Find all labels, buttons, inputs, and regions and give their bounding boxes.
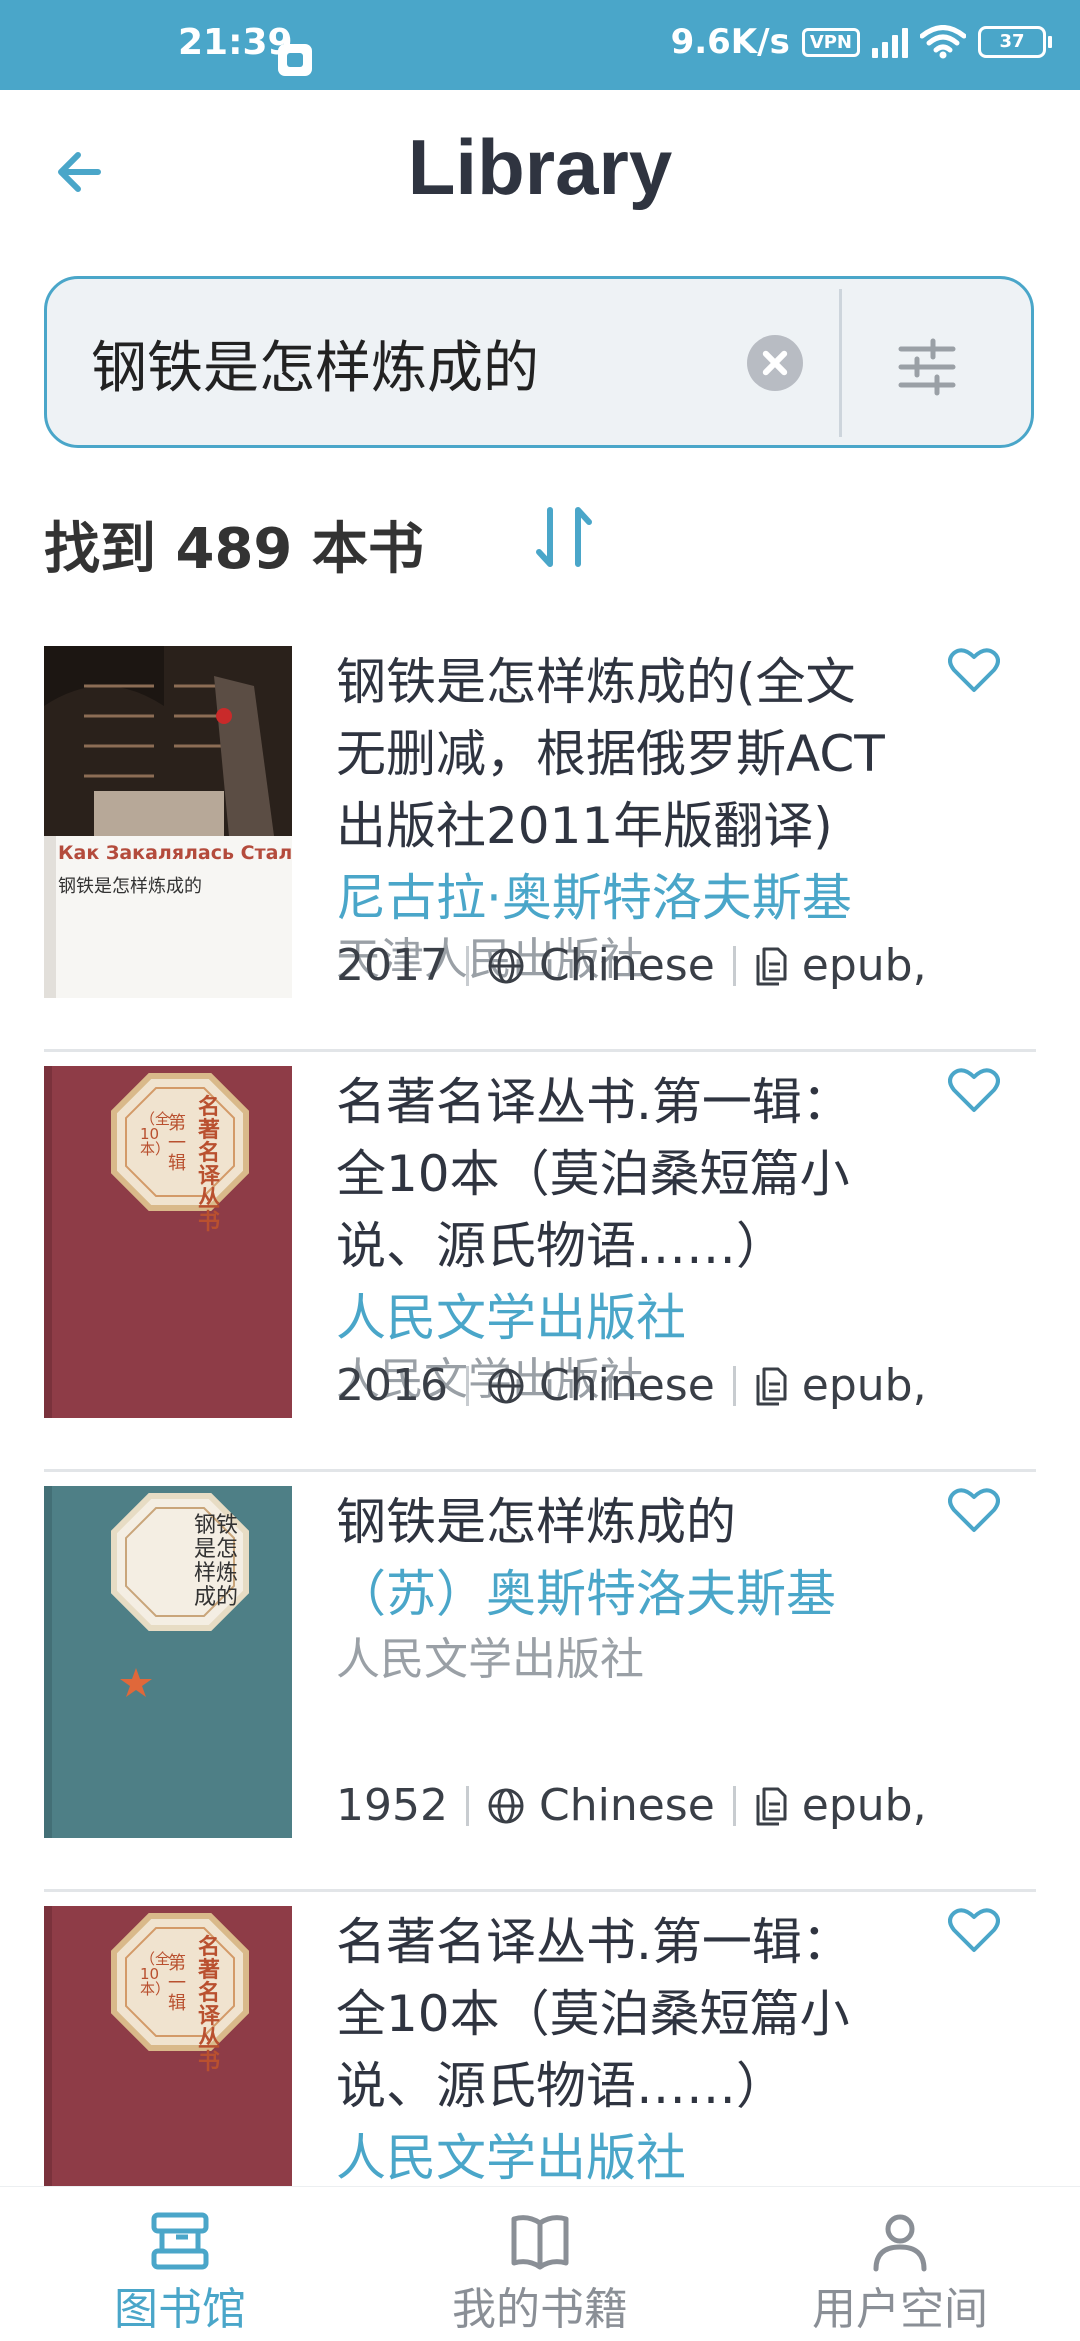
globe-icon xyxy=(488,948,524,984)
book-item[interactable]: Как Закалялась Сталь 钢铁是怎样炼成的 钢铁是怎样炼成的(全… xyxy=(44,632,1036,1052)
book-cover[interactable]: Как Закалялась Сталь 钢铁是怎样炼成的 xyxy=(44,646,292,998)
wifi-icon xyxy=(920,25,966,59)
cover-title-text: 钢铁是怎样炼成的 xyxy=(194,1513,239,1610)
meta-divider xyxy=(465,1786,469,1826)
book-title: 钢铁是怎样炼成的(全文无删减，根据俄罗斯ACT出版社2011年版翻译) xyxy=(336,653,885,855)
filter-icon[interactable] xyxy=(895,335,959,399)
clear-icon[interactable] xyxy=(747,335,803,391)
book-year: 2017 xyxy=(336,940,448,991)
cover-series-text: 名著名译丛书 xyxy=(198,1935,221,2075)
book-format: epub, xyxy=(801,1780,927,1831)
nav-library[interactable]: 图书馆 xyxy=(0,2187,360,2341)
book-year: 1952 xyxy=(336,1780,448,1831)
file-icon xyxy=(756,947,787,986)
battery-icon: 37 xyxy=(978,26,1052,58)
book-language: Chinese xyxy=(538,1780,715,1831)
nav-my-books-label: 我的书籍 xyxy=(452,2284,628,2335)
nav-user-space[interactable]: 用户空间 xyxy=(720,2187,1080,2341)
book-cover[interactable]: 钢铁是怎样炼成的 xyxy=(44,1486,292,1838)
meta-divider xyxy=(732,1366,736,1406)
search-bar: 钢铁是怎样炼成的 xyxy=(44,276,1034,448)
nav-my-books[interactable]: 我的书籍 xyxy=(360,2187,720,2341)
book-author[interactable]: 人民文学出版社 xyxy=(336,1282,896,1354)
book-language: Chinese xyxy=(538,1360,715,1411)
page-title: Library xyxy=(407,123,673,211)
book-author[interactable]: 尼古拉·奥斯特洛夫斯基 xyxy=(336,862,896,934)
cover-series-sub: 第一辑 xyxy=(168,1953,186,2014)
library-icon xyxy=(151,2212,209,2270)
bottom-nav: 图书馆 我的书籍 用户空间 xyxy=(0,2186,1080,2341)
app-bar: Library xyxy=(0,90,1080,250)
favorite-heart-icon[interactable] xyxy=(948,1906,1000,1954)
book-meta: 2016 Chinese epub, xyxy=(336,1356,927,1416)
meta-divider xyxy=(732,1786,736,1826)
status-time: 21:39 xyxy=(178,22,293,63)
app-notification-icon xyxy=(278,44,312,76)
book-title: 钢铁是怎样炼成的 xyxy=(336,1493,736,1551)
book-list: Как Закалялась Сталь 钢铁是怎样炼成的 钢铁是怎样炼成的(全… xyxy=(44,632,1036,2312)
book-item[interactable]: 钢铁是怎样炼成的 钢铁是怎样炼成的 （苏）奥斯特洛夫斯基 人民文学出版社 195… xyxy=(44,1472,1036,1892)
book-title: 名著名译丛书.第一辑：全10本（莫泊桑短篇小说、源氏物语……） xyxy=(336,1913,852,2115)
book-format: epub, xyxy=(801,1360,927,1411)
book-format: epub, xyxy=(801,940,927,991)
cover-series-text: 名著名译丛书 xyxy=(198,1095,221,1235)
cover-series-sub: 第一辑 xyxy=(168,1113,186,1174)
favorite-heart-icon[interactable] xyxy=(948,646,1000,694)
book-language: Chinese xyxy=(538,940,715,991)
book-meta: 1952 Chinese epub, xyxy=(336,1776,927,1836)
result-count: 找到 489 本书 xyxy=(44,517,424,582)
book-title: 名著名译丛书.第一辑：全10本（莫泊桑短篇小说、源氏物语……） xyxy=(336,1073,852,1275)
meta-divider xyxy=(732,946,736,986)
file-icon xyxy=(756,1367,787,1406)
book-open-icon xyxy=(511,2215,569,2270)
network-speed: 9.6K/s xyxy=(670,22,790,62)
signal-icon xyxy=(872,26,908,58)
nav-library-label: 图书馆 xyxy=(114,2284,246,2335)
book-year: 2016 xyxy=(336,1360,448,1411)
user-icon xyxy=(873,2214,927,2272)
book-author[interactable]: （苏）奥斯特洛夫斯基 xyxy=(336,1558,896,1630)
favorite-heart-icon[interactable] xyxy=(948,1486,1000,1534)
book-author[interactable]: 人民文学出版社 xyxy=(336,2122,896,2194)
meta-divider xyxy=(465,1366,469,1406)
status-right: 9.6K/s VPN 37 xyxy=(670,22,1052,62)
meta-divider xyxy=(465,946,469,986)
vpn-icon: VPN xyxy=(801,27,860,57)
book-meta: 2017 Chinese epub, xyxy=(336,936,927,996)
favorite-heart-icon[interactable] xyxy=(948,1066,1000,1114)
nav-user-space-label: 用户空间 xyxy=(812,2284,988,2335)
cover-series-note: （全10本） xyxy=(140,1950,171,1998)
globe-icon xyxy=(488,1788,524,1824)
file-icon xyxy=(756,1787,787,1826)
sort-icon[interactable] xyxy=(534,504,594,570)
search-divider xyxy=(839,289,842,437)
cover-series-note: （全10本） xyxy=(140,1110,171,1158)
cover-text-ru: Как Закалялась Сталь xyxy=(58,842,292,864)
cover-text-cn: 钢铁是怎样炼成的 xyxy=(58,876,202,897)
globe-icon xyxy=(488,1368,524,1404)
book-cover[interactable]: 名著名译丛书 第一辑 （全10本） xyxy=(44,1066,292,1418)
book-publisher: 人民文学出版社 xyxy=(336,1634,644,1685)
status-bar: 21:39 9.6K/s VPN 37 xyxy=(0,0,1080,90)
book-item[interactable]: 名著名译丛书 第一辑 （全10本） 名著名译丛书.第一辑：全10本（莫泊桑短篇小… xyxy=(44,1052,1036,1472)
search-input[interactable]: 钢铁是怎样炼成的 xyxy=(91,323,539,404)
